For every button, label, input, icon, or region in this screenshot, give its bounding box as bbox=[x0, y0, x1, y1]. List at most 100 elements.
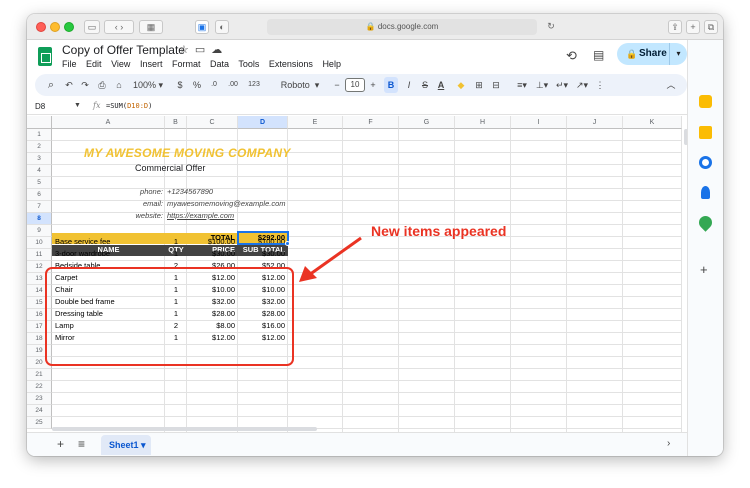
comments-icon[interactable]: ▤ bbox=[593, 48, 604, 62]
reload-icon[interactable]: ↻ bbox=[545, 20, 557, 34]
row-header[interactable]: 9 bbox=[27, 225, 52, 237]
vertical-align-icon[interactable]: ⊥▾ bbox=[533, 74, 551, 96]
column-header[interactable]: F bbox=[343, 116, 399, 129]
menu-format[interactable]: Format bbox=[172, 59, 201, 69]
zoom-window-button[interactable] bbox=[64, 22, 74, 32]
currency-format-button[interactable]: $ bbox=[174, 74, 186, 96]
cloud-status-icon[interactable]: ☁ bbox=[211, 44, 228, 56]
calendar-icon[interactable] bbox=[699, 95, 712, 108]
fill-color-icon[interactable]: ◆ bbox=[454, 74, 468, 96]
row-header[interactable]: 21 bbox=[27, 369, 52, 381]
menu-extensions[interactable]: Extensions bbox=[269, 59, 313, 69]
row-header[interactable]: 4 bbox=[27, 165, 52, 177]
horizontal-scrollbar[interactable] bbox=[52, 426, 682, 431]
menu-view[interactable]: View bbox=[111, 59, 130, 69]
more-formats-button[interactable]: 123 bbox=[245, 74, 263, 96]
column-header[interactable]: K bbox=[623, 116, 682, 129]
tasks-icon[interactable] bbox=[699, 156, 712, 169]
email-value[interactable]: myawesomemoving@example.com bbox=[167, 198, 286, 210]
formula-input[interactable]: =SUM(D10:D) bbox=[106, 102, 152, 110]
new-tab-icon[interactable]: + bbox=[686, 20, 700, 34]
column-header[interactable]: D bbox=[238, 116, 288, 129]
search-menus-icon[interactable]: ⌕ bbox=[44, 74, 58, 96]
more-options-icon[interactable]: ⋮ bbox=[595, 74, 605, 96]
menu-edit[interactable]: Edit bbox=[86, 59, 102, 69]
item-subtotal[interactable]: $30.00 bbox=[238, 248, 288, 260]
column-header[interactable]: J bbox=[567, 116, 623, 129]
get-addons-icon[interactable]: + bbox=[700, 262, 708, 277]
row-header[interactable]: 6 bbox=[27, 189, 52, 201]
row-header[interactable]: 7 bbox=[27, 201, 52, 213]
address-bar[interactable]: 🔒 docs.google.com bbox=[267, 19, 537, 35]
horizontal-scroll-thumb[interactable] bbox=[52, 427, 317, 431]
borders-icon[interactable]: ⊞ bbox=[472, 74, 486, 96]
item-qty[interactable]: 1 bbox=[165, 248, 187, 260]
row-header[interactable]: 11 bbox=[27, 249, 52, 261]
row-header[interactable]: 24 bbox=[27, 405, 52, 417]
chevron-down-icon[interactable]: ▼ bbox=[74, 102, 81, 109]
company-heading[interactable]: MY AWESOME MOVING COMPANY bbox=[84, 146, 291, 160]
percent-format-button[interactable]: % bbox=[191, 74, 203, 96]
row-header[interactable]: 5 bbox=[27, 177, 52, 189]
item-name[interactable]: 3-door wardrobe bbox=[55, 248, 165, 260]
horizontal-align-icon[interactable]: ≡▾ bbox=[513, 74, 531, 96]
print-icon[interactable]: ⎙ bbox=[95, 74, 109, 96]
minimize-window-button[interactable] bbox=[50, 22, 60, 32]
decrease-font-size-button[interactable]: − bbox=[332, 74, 342, 96]
undo-icon[interactable]: ↶ bbox=[62, 74, 76, 96]
menu-insert[interactable]: Insert bbox=[140, 59, 163, 69]
email-label[interactable]: email: bbox=[140, 198, 166, 210]
item-price[interactable]: $30.00 bbox=[187, 248, 238, 260]
font-family-select[interactable]: Roboto ▾ bbox=[275, 74, 325, 96]
zoom-select[interactable]: 100% ▾ bbox=[131, 74, 165, 96]
tabs-icon[interactable]: ⧉ bbox=[704, 20, 718, 34]
row-header[interactable]: 22 bbox=[27, 381, 52, 393]
maps-icon[interactable] bbox=[696, 213, 715, 232]
menu-data[interactable]: Data bbox=[210, 59, 229, 69]
spreadsheet-grid[interactable]: ABCDEFGHIJK 1 2 3 4 5 6 7 8 9 10 11 12 13 14 15 16 17 18 1… bbox=[27, 116, 682, 441]
collapse-menus-icon[interactable]: ︿ bbox=[665, 74, 677, 96]
redo-icon[interactable]: ↷ bbox=[78, 74, 92, 96]
row-header[interactable]: 10 bbox=[27, 237, 52, 249]
tab-overview-icon[interactable]: ▦ bbox=[139, 20, 163, 34]
phone-value[interactable]: +1234567890 bbox=[167, 186, 213, 198]
merge-cells-icon[interactable]: ⊟ bbox=[489, 74, 503, 96]
row-header[interactable]: 25 bbox=[27, 417, 52, 429]
row-header[interactable]: 3 bbox=[27, 153, 52, 165]
item-qty[interactable]: 1 bbox=[165, 236, 187, 248]
all-sheets-icon[interactable]: ≡ bbox=[78, 437, 85, 451]
back-forward-buttons[interactable]: ‹ › bbox=[104, 20, 134, 34]
column-header[interactable]: B bbox=[165, 116, 187, 129]
select-all-corner[interactable] bbox=[27, 116, 52, 129]
text-rotation-icon[interactable]: ↗▾ bbox=[573, 74, 591, 96]
website-label[interactable]: website: bbox=[130, 210, 166, 222]
row-header[interactable]: 23 bbox=[27, 393, 52, 405]
row-header[interactable]: 1 bbox=[27, 129, 52, 141]
share-dropdown-button[interactable]: ▾ bbox=[669, 43, 687, 65]
italic-button[interactable]: I bbox=[403, 74, 415, 96]
row-header[interactable]: 8 bbox=[27, 213, 52, 225]
increase-font-size-button[interactable]: + bbox=[368, 74, 378, 96]
share-page-icon[interactable]: ⇪ bbox=[668, 20, 682, 34]
star-icon[interactable]: ☆ bbox=[179, 44, 195, 56]
column-header[interactable]: C bbox=[187, 116, 238, 129]
menu-help[interactable]: Help bbox=[322, 59, 341, 69]
explore-arrow-icon[interactable]: › bbox=[667, 438, 670, 449]
decrease-decimal-button[interactable]: .0 bbox=[206, 74, 222, 96]
sidebar-toggle-icon[interactable]: ▭ bbox=[84, 20, 100, 34]
version-history-icon[interactable]: ⟲ bbox=[566, 48, 577, 64]
offer-subtitle[interactable]: Commercial Offer bbox=[135, 163, 205, 173]
item-name[interactable]: Base service fee bbox=[55, 236, 165, 248]
contacts-icon[interactable] bbox=[701, 186, 710, 199]
move-folder-icon[interactable]: ▭ bbox=[195, 44, 211, 56]
text-color-icon[interactable]: A bbox=[435, 74, 447, 96]
sheets-logo-icon[interactable] bbox=[38, 47, 52, 66]
increase-decimal-button[interactable]: .00 bbox=[224, 74, 242, 96]
extension-icon[interactable]: ▣ bbox=[195, 20, 209, 34]
sheet-tab[interactable]: Sheet1 ▾ bbox=[101, 435, 151, 455]
item-price[interactable]: $100.00 bbox=[187, 236, 238, 248]
column-header[interactable]: E bbox=[288, 116, 343, 129]
column-header[interactable]: I bbox=[511, 116, 567, 129]
font-size-input[interactable]: 10 bbox=[345, 78, 365, 92]
add-sheet-icon[interactable]: + bbox=[57, 437, 64, 451]
